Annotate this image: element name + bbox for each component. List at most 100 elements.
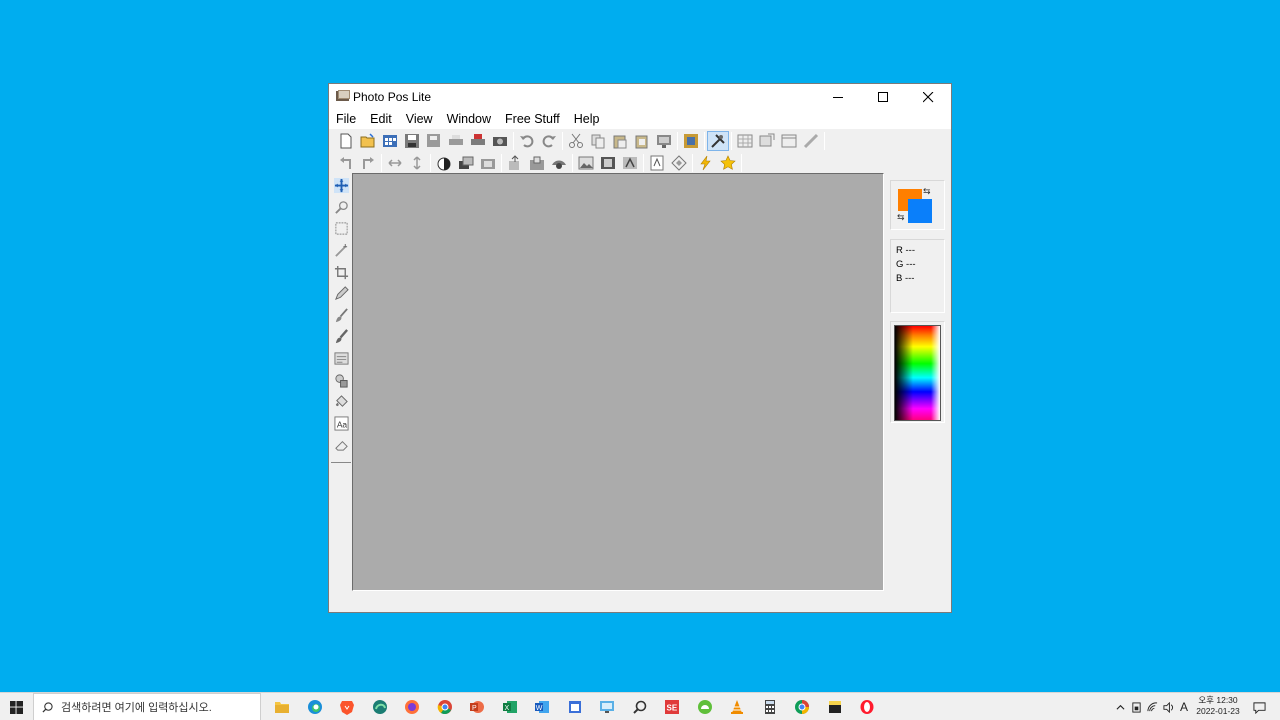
taskbar-se-app[interactable]: SE: [656, 693, 689, 720]
effects-button[interactable]: [548, 153, 570, 173]
taskbar-search-box[interactable]: 검색하려면 여기에 입력하십시오.: [33, 693, 261, 720]
taskbar-vlc[interactable]: [721, 693, 754, 720]
fill-bucket-tool[interactable]: [332, 391, 350, 413]
eraser-tool[interactable]: [332, 434, 350, 456]
menu-free-stuff[interactable]: Free Stuff: [498, 111, 567, 129]
shapes-tool[interactable]: [332, 369, 350, 391]
color-spectrum[interactable]: [894, 325, 941, 421]
tray-usb[interactable]: [1128, 693, 1144, 720]
taskbar-word[interactable]: W: [526, 693, 559, 720]
copy-button[interactable]: [587, 131, 609, 151]
resize-button[interactable]: [504, 153, 526, 173]
lightning-button[interactable]: [695, 153, 717, 173]
swap-colors-icon[interactable]: ⇆: [923, 186, 931, 197]
paste-button[interactable]: [609, 131, 631, 151]
crop-tool[interactable]: [332, 261, 350, 283]
taskbar-chrome-alt[interactable]: [786, 693, 819, 720]
flip-vertical-icon: [413, 156, 421, 170]
image-canvas[interactable]: [352, 173, 884, 591]
picture-frame-button[interactable]: [597, 153, 619, 173]
new-file-button[interactable]: [335, 131, 357, 151]
save-button[interactable]: [401, 131, 423, 151]
taskbar-opera[interactable]: [851, 693, 884, 720]
frames-button[interactable]: [680, 131, 702, 151]
crop-canvas-button[interactable]: [526, 153, 548, 173]
move-tool[interactable]: [332, 175, 350, 197]
taskbar-chrome[interactable]: [429, 693, 462, 720]
paste-new-button[interactable]: [631, 131, 653, 151]
clone-tool[interactable]: [332, 348, 350, 370]
green-value: G ---: [896, 259, 916, 270]
sharpen-button[interactable]: [477, 153, 499, 173]
rectangle-select-tool[interactable]: [332, 218, 350, 240]
shapes-button[interactable]: [668, 153, 690, 173]
tools-button[interactable]: [707, 131, 729, 151]
clock-date: 2022-01-23: [1196, 706, 1240, 716]
minimize-button[interactable]: [816, 84, 861, 110]
maximize-button[interactable]: [861, 84, 906, 110]
flip-horizontal-button[interactable]: [384, 153, 406, 173]
flip-vertical-button[interactable]: [406, 153, 428, 173]
star-button[interactable]: [717, 153, 739, 173]
taskbar-powerpoint[interactable]: P: [461, 693, 494, 720]
taskbar-calculator[interactable]: [754, 693, 787, 720]
taskbar-file-explorer[interactable]: [266, 693, 299, 720]
search-app-icon: [633, 700, 647, 714]
taskbar-remote-desktop[interactable]: [591, 693, 624, 720]
menu-file[interactable]: File: [329, 111, 363, 129]
taskbar-sticky-notes[interactable]: [819, 693, 852, 720]
save-as-button[interactable]: [423, 131, 445, 151]
start-button[interactable]: [0, 693, 32, 720]
layer-button[interactable]: [778, 131, 800, 151]
taskbar-edge[interactable]: [299, 693, 332, 720]
reset-colors-icon[interactable]: ⇆: [897, 212, 905, 223]
zoom-tool[interactable]: [332, 197, 350, 219]
mask-button[interactable]: [619, 153, 641, 173]
undo-button[interactable]: [516, 131, 538, 151]
rotate-left-button[interactable]: [335, 153, 357, 173]
notification-button[interactable]: [1248, 693, 1270, 720]
open-button[interactable]: [357, 131, 379, 151]
tray-network[interactable]: [1144, 693, 1160, 720]
browse-button[interactable]: [379, 131, 401, 151]
menu-edit[interactable]: Edit: [363, 111, 399, 129]
grid-button[interactable]: [734, 131, 756, 151]
brightness-button[interactable]: [455, 153, 477, 173]
tray-overflow-chevron[interactable]: [1112, 693, 1128, 720]
picture-button[interactable]: [575, 153, 597, 173]
magic-wand-tool[interactable]: [332, 240, 350, 262]
taskbar-calendar-app[interactable]: [559, 693, 592, 720]
taskbar-android-app[interactable]: [689, 693, 722, 720]
taskbar-brave[interactable]: [331, 693, 364, 720]
print-button[interactable]: [445, 131, 467, 151]
background-color-swatch[interactable]: [908, 199, 932, 223]
ruler-button[interactable]: [800, 131, 822, 151]
taskbar-search-app[interactable]: [624, 693, 657, 720]
close-button[interactable]: [906, 84, 951, 110]
menu-help[interactable]: Help: [567, 111, 607, 129]
transform-icon: [759, 133, 775, 147]
screen-capture-button[interactable]: [653, 131, 675, 151]
tray-volume[interactable]: [1160, 693, 1176, 720]
menu-view[interactable]: View: [399, 111, 440, 129]
pencil-tool[interactable]: [332, 283, 350, 305]
cut-button[interactable]: [565, 131, 587, 151]
title-bar[interactable]: Photo Pos Lite: [329, 84, 951, 110]
taskbar-excel[interactable]: X: [494, 693, 527, 720]
taskbar-firefox[interactable]: [396, 693, 429, 720]
redo-button[interactable]: [538, 131, 560, 151]
rotate-right-button[interactable]: [357, 153, 379, 173]
taskbar-clock[interactable]: 오후 12:30 2022-01-23: [1192, 695, 1244, 717]
scanner-button[interactable]: [489, 131, 511, 151]
text-tool[interactable]: Aa: [332, 413, 350, 435]
input-method-indicator[interactable]: A: [1176, 700, 1192, 714]
contrast-button[interactable]: [433, 153, 455, 173]
volume-icon: [1162, 701, 1173, 713]
taskbar-edge-dev[interactable]: [364, 693, 397, 720]
airbrush-tool[interactable]: [332, 326, 350, 348]
print-setup-button[interactable]: [467, 131, 489, 151]
transform-button[interactable]: [756, 131, 778, 151]
brush-tool[interactable]: [332, 305, 350, 327]
text-frame-button[interactable]: [646, 153, 668, 173]
menu-window[interactable]: Window: [440, 111, 498, 129]
